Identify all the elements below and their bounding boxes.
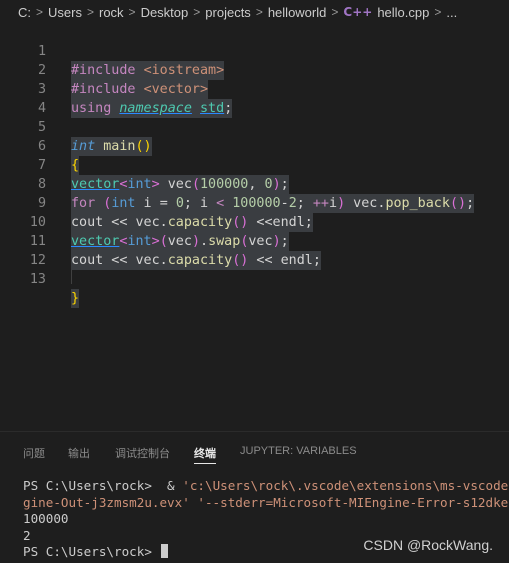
code-line-1[interactable]: 1 #include <iostream> bbox=[0, 23, 509, 80]
tab-debug-console[interactable]: 调试控制台 bbox=[115, 445, 170, 461]
code-line-9[interactable]: 9 cout << vec.capacity() <<endl; bbox=[0, 175, 509, 232]
code-line-6[interactable]: 6 { bbox=[0, 118, 509, 175]
breadcrumb-item-projects[interactable]: projects bbox=[205, 5, 251, 20]
vscode-window: C: > Users > rock > Desktop > projects >… bbox=[0, 0, 509, 563]
terminal-result: 2 bbox=[23, 527, 31, 543]
terminal-command-path: 'c:\Users\rock\.vscode\extensions\ms-vsc… bbox=[182, 478, 509, 493]
breadcrumb-item-rock[interactable]: rock bbox=[99, 5, 124, 20]
breadcrumb-item-drive[interactable]: C: bbox=[18, 5, 31, 20]
terminal-line: gine-Out-j3zmsm2u.evx' '--stderr=Microso… bbox=[23, 495, 509, 512]
terminal-prompt: PS C:\Users\rock> bbox=[23, 544, 160, 559]
chevron-right-icon: > bbox=[86, 5, 94, 19]
code-line-3[interactable]: 3 using namespace std; bbox=[0, 61, 509, 118]
active-tab-indicator bbox=[194, 463, 216, 464]
line-number: 13 bbox=[29, 272, 46, 287]
code-line-2[interactable]: 2 #include <vector> bbox=[0, 42, 509, 99]
chevron-right-icon: > bbox=[255, 5, 263, 19]
code-line-10[interactable]: 10 vector<int>(vec).swap(vec); bbox=[0, 194, 509, 251]
breadcrumb-item-more[interactable]: ... bbox=[446, 5, 457, 20]
chevron-right-icon: > bbox=[331, 5, 339, 19]
tab-problems[interactable]: 问题 bbox=[23, 445, 45, 461]
tab-output[interactable]: 输出 bbox=[68, 445, 90, 461]
terminal-line: 100000 bbox=[23, 511, 509, 528]
code-line-7[interactable]: 7 vector<int> vec(100000, 0); bbox=[0, 137, 509, 194]
code-line-8[interactable]: 8 for (int i = 0; i < 100000-2; ++i) vec… bbox=[0, 156, 509, 213]
terminal-line: PS C:\Users\rock> & 'c:\Users\rock\.vsco… bbox=[23, 478, 509, 495]
breadcrumb-item-desktop[interactable]: Desktop bbox=[141, 5, 189, 20]
code-text: } bbox=[71, 289, 80, 308]
chevron-right-icon: > bbox=[128, 5, 136, 19]
cpp-file-icon: C++ bbox=[343, 5, 373, 19]
breadcrumb-item-helloworld[interactable]: helloworld bbox=[268, 5, 327, 20]
code-line-5[interactable]: 5 int main() bbox=[0, 99, 509, 156]
tab-jupyter-variables[interactable]: JUPYTER: VARIABLES bbox=[240, 445, 357, 457]
chevron-right-icon: > bbox=[193, 5, 201, 19]
terminal-cursor bbox=[161, 544, 169, 558]
terminal-prompt: PS C:\Users\rock> & bbox=[23, 478, 183, 493]
breadcrumb-item-file[interactable]: hello.cpp bbox=[377, 5, 429, 20]
panel-tabs: 问题 输出 调试控制台 终端 JUPYTER: VARIABLES bbox=[0, 432, 509, 470]
terminal-result: 100000 bbox=[23, 511, 69, 526]
terminal-command-args: gine-Out-j3zmsm2u.evx' '--stderr=Microso… bbox=[23, 494, 509, 510]
breadcrumb-item-users[interactable]: Users bbox=[48, 5, 82, 20]
code-line-11[interactable]: 11 cout << vec.capacity() << endl; bbox=[0, 213, 509, 270]
tab-terminal[interactable]: 终端 bbox=[194, 445, 216, 461]
watermark: CSDN @RockWang. bbox=[363, 537, 493, 553]
chevron-right-icon: > bbox=[36, 5, 44, 19]
code-line-12[interactable]: 12 bbox=[0, 232, 509, 268]
code-line-4[interactable]: 4 bbox=[0, 80, 509, 116]
code-line-13[interactable]: 13 } bbox=[0, 251, 509, 308]
code-editor[interactable]: 1 #include <iostream> 2 #include <vector… bbox=[0, 21, 509, 431]
chevron-right-icon: > bbox=[434, 5, 442, 19]
